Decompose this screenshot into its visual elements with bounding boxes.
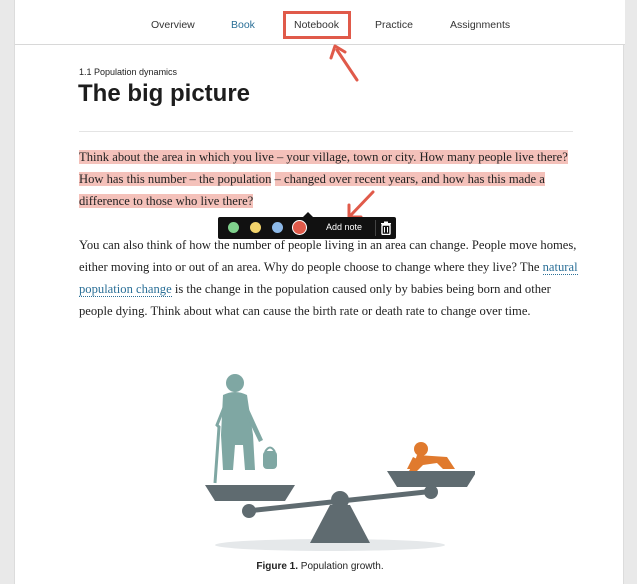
tab-overview[interactable]: Overview: [151, 19, 195, 31]
page: Overview Book Notebook Practice Assignme…: [14, 0, 625, 584]
caption-label: Figure 1.: [256, 561, 299, 572]
tab-practice[interactable]: Practice: [375, 19, 413, 31]
breadcrumb: 1.1 Population dynamics: [79, 67, 178, 77]
population-seesaw-illustration: [205, 374, 475, 551]
figure-caption: Figure 1. Population growth.: [15, 561, 625, 572]
caption-text: Population growth.: [298, 561, 384, 572]
divider: [79, 131, 573, 132]
add-note-button[interactable]: Add note: [326, 222, 362, 232]
tab-book[interactable]: Book: [231, 19, 255, 31]
elderly-person-figure: [213, 374, 277, 484]
highlighted-paragraph[interactable]: Think about the area in which you live –…: [79, 146, 579, 212]
baby-figure: [407, 442, 455, 471]
blue-swatch-button[interactable]: [272, 222, 283, 233]
yellow-swatch-button[interactable]: [250, 222, 261, 233]
notebook-highlight-box: [283, 11, 351, 39]
annotation-arrow-icon: [329, 44, 359, 82]
body-paragraph: You can also think of how the number of …: [79, 234, 579, 322]
trash-icon[interactable]: [380, 221, 392, 235]
red-swatch-button[interactable]: [292, 220, 307, 235]
tab-assignments[interactable]: Assignments: [450, 19, 510, 31]
paragraph-text: You can also think of how the number of …: [79, 238, 577, 274]
green-swatch-button[interactable]: [228, 222, 239, 233]
top-nav: Overview Book Notebook Practice Assignme…: [15, 0, 625, 45]
page-title: The big picture: [78, 80, 251, 107]
